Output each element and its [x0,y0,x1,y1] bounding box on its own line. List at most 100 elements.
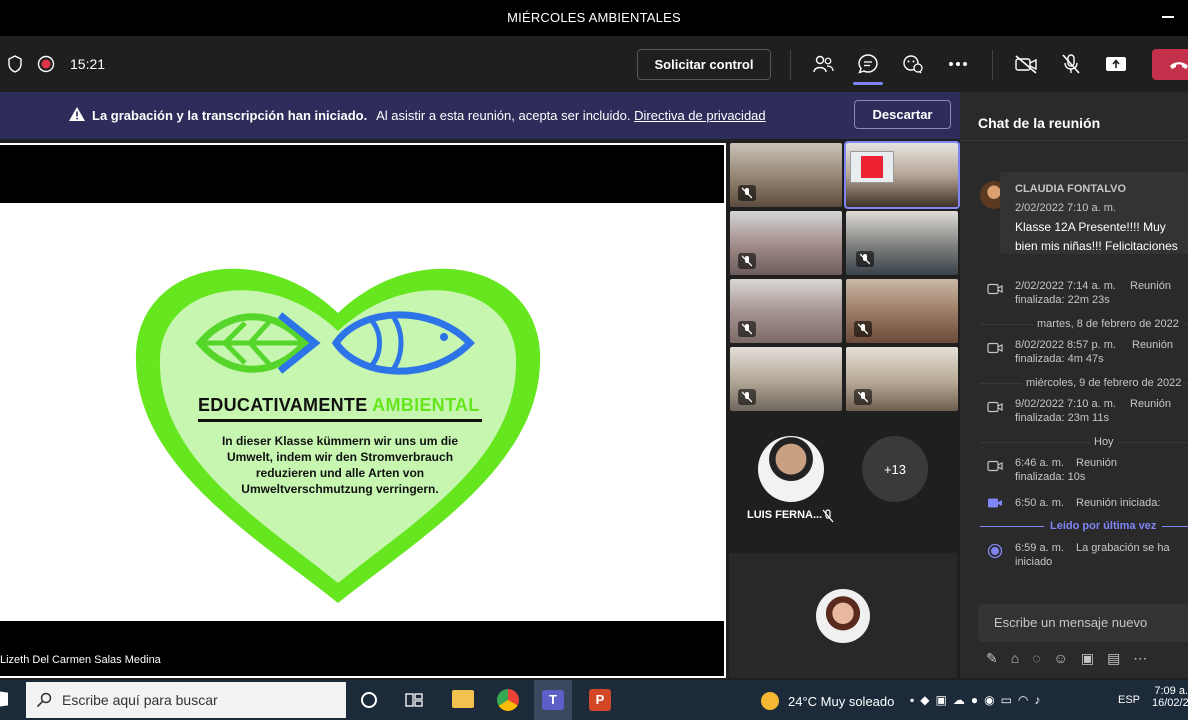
meeting-icon [988,498,1002,508]
request-control-button[interactable]: Solicitar control [637,49,771,80]
weather-text[interactable]: 24°C Muy soleado [788,694,894,709]
format-icon[interactable]: ✎ [986,650,998,667]
event-text: finalizada: 23m 11s [1015,412,1109,424]
record-icon [34,52,58,76]
slide-body-line: Umweltverschmutzung verringern. [241,482,439,496]
file-explorer-icon[interactable] [452,690,474,708]
task-view-icon[interactable] [405,692,423,708]
search-placeholder: Escribe aquí para buscar [62,692,218,708]
shield-icon[interactable]: ◆ [920,693,929,707]
people-icon[interactable] [811,52,835,76]
mic-icon[interactable]: ● [971,693,978,707]
volume-icon[interactable]: ♪ [1034,693,1040,707]
toolbar-divider [992,50,993,80]
message-author: CLAUDIA FONTALVO [1015,183,1127,195]
minimize-button[interactable] [1162,16,1174,18]
mic-off-icon [738,389,756,405]
mic-off-icon [856,251,874,267]
chrome-icon[interactable] [497,689,519,711]
date-divider: Hoy [1090,436,1118,448]
banner-text: Al asistir a esta reunión, acepta ser in… [376,108,631,123]
battery-icon[interactable]: ▭ [1001,693,1012,707]
avatar[interactable] [816,589,870,643]
video-tile[interactable] [846,211,958,275]
chat-icon[interactable] [853,52,883,85]
powerpoint-icon[interactable]: P [589,689,611,711]
banner-message: La grabación y la transcripción han inic… [92,108,766,123]
slide-body-line: reduzieren und alle Arten von [255,466,425,480]
compose-toolbar: ✎ ⌂ ◌ ☺ ▣ ▤ ⋯ [986,650,1147,667]
attach-icon[interactable]: ⌂ [1011,650,1019,667]
event-time: 8/02/2022 8:57 p. m. [1015,339,1116,351]
clock[interactable]: 7:09 a. 16/02/2 [1152,685,1188,709]
video-tile[interactable] [730,143,842,207]
mic-off-icon [854,389,872,405]
video-tile[interactable] [730,211,842,275]
weather-sun-icon [761,692,779,710]
brand-underline [198,419,482,422]
window-title: MIÉRCOLES AMBIENTALES [507,10,681,25]
avatar[interactable] [758,436,824,502]
clock-date: 16/02/2 [1152,697,1188,709]
loop-icon[interactable]: ◌ [1032,650,1040,667]
more-icon[interactable] [946,52,970,76]
event-text: La grabación se ha [1076,542,1170,554]
participant-name: LUIS FERNA... [747,509,823,521]
overflow-participants-button[interactable]: +13 [862,436,928,502]
message-input[interactable]: Escribe un mensaje nuevo [978,604,1188,642]
event-time: 6:50 a. m. [1015,497,1064,509]
gif-icon[interactable]: ▣ [1081,650,1094,667]
divider [960,140,1188,141]
chat-panel: Chat de la reunión CLAUDIA FONTALVO 2/02… [960,92,1188,678]
teams-taskbar-button[interactable]: T [534,680,572,720]
emoji-icon[interactable]: ☺ [1054,650,1068,667]
language-indicator[interactable]: ESP [1118,694,1140,706]
banner-bold-text: La grabación y la transcripción han inic… [92,108,368,123]
dismiss-button[interactable]: Descartar [854,100,951,129]
slide-body-line: In dieser Klasse kümmern wir uns um die [221,434,459,448]
event-text: finalizada: 10s [1015,471,1086,483]
event-text: Reunión [1076,457,1117,469]
reactions-icon[interactable] [901,52,925,76]
presenter-name: Lizeth Del Carmen Salas Medina [0,654,161,666]
shared-slide: EDUCATIVAMENTE AMBIENTAL In dieser Klass… [0,203,724,621]
security-icon[interactable]: ▣ [936,693,947,707]
event-text: finalizada: 22m 23s [1015,294,1110,306]
video-tile[interactable] [730,347,842,411]
taskbar: Escribe aquí para buscar T P 24°C Muy so… [0,680,1188,720]
onedrive-icon[interactable]: ☁ [953,693,965,707]
share-icon[interactable] [1104,52,1128,76]
cortana-icon[interactable] [361,692,377,708]
toolbar-divider [790,50,791,80]
meeting-icon [987,342,1003,354]
teams-tray-icon[interactable]: ▪ [910,693,914,707]
video-tile[interactable] [844,141,960,209]
event-text: Reunión [1130,280,1171,292]
event-time: 6:59 a. m. [1015,542,1064,554]
mic-off-icon[interactable] [1059,52,1083,76]
recording-banner: La grabación y la transcripción han inic… [0,92,960,139]
hangup-icon [1170,62,1188,69]
sticker-icon[interactable]: ▤ [1107,650,1120,667]
chrome-tray-icon[interactable]: ◉ [984,693,994,707]
video-tile[interactable] [846,279,958,343]
teams-icon: T [542,690,564,710]
windows-start-icon[interactable] [0,691,8,707]
event-time: 2/02/2022 7:14 a. m. [1015,280,1116,292]
taskbar-search[interactable]: Escribe aquí para buscar [26,682,346,718]
event-text: Reunión iniciada: [1076,497,1161,509]
more-icon[interactable]: ⋯ [1133,650,1147,667]
camera-off-icon[interactable] [1014,52,1038,76]
wifi-icon[interactable]: ◠ [1018,693,1028,707]
chat-title: Chat de la reunión [978,115,1101,131]
date-divider: martes, 8 de febrero de 2022 [1033,318,1183,330]
system-tray: ▪ ◆ ▣ ☁ ● ◉ ▭ ◠ ♪ [910,693,1040,707]
event-time: 6:46 a. m. [1015,457,1064,469]
hangup-button[interactable] [1152,49,1188,80]
video-tile[interactable] [846,347,958,411]
meeting-icon [987,401,1003,413]
privacy-policy-link[interactable]: Directiva de privacidad [634,108,766,123]
brand-text: EDUCATIVAMENTE AMBIENTAL [198,395,480,416]
video-tile[interactable] [730,279,842,343]
brand-part-b: AMBIENTAL [372,395,480,415]
